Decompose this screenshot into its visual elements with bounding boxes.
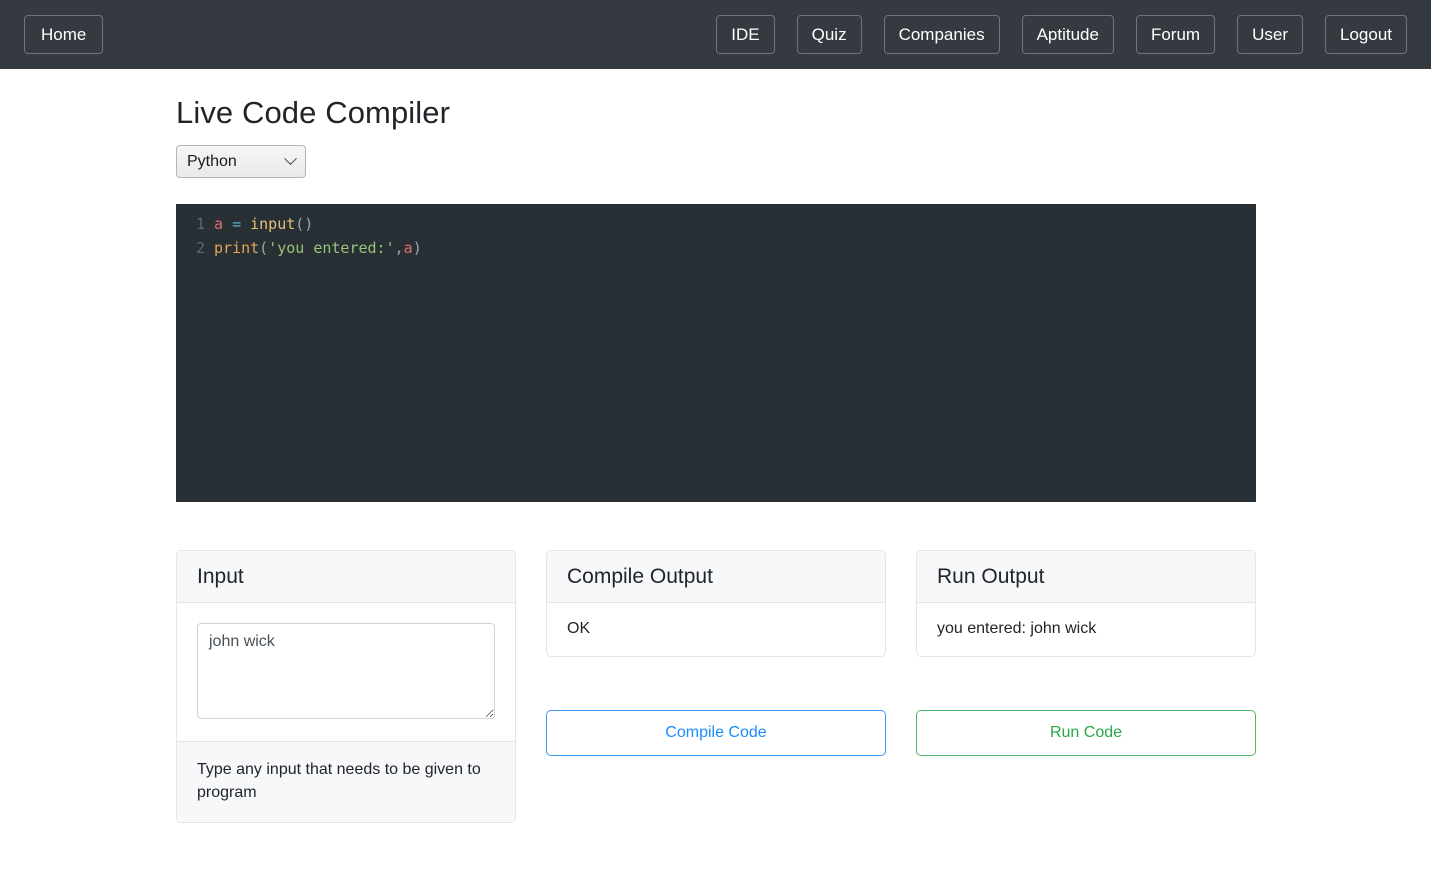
code-token-string: 'you entered:'	[268, 239, 395, 257]
input-column: Input Type any input that needs to be gi…	[176, 550, 516, 823]
nav-button-quiz[interactable]: Quiz	[796, 15, 862, 54]
code-token-paren-close: )	[412, 239, 422, 257]
code-line-2: 2 print ( 'you entered:' , a )	[176, 236, 1256, 260]
input-card-body	[177, 603, 515, 741]
compile-output-text: OK	[567, 620, 591, 637]
code-token-function: input	[250, 215, 296, 233]
run-code-button[interactable]: Run Code	[916, 710, 1256, 756]
line-number: 1	[195, 215, 205, 233]
page-title: Live Code Compiler	[176, 95, 451, 130]
nav-button-companies[interactable]: Companies	[883, 15, 1000, 54]
code-line-1: 1 a = input ()	[176, 212, 1256, 236]
input-card: Input Type any input that needs to be gi…	[176, 550, 516, 823]
code-token-paren-open: (	[259, 239, 269, 257]
nav-button-home[interactable]: Home	[24, 15, 104, 54]
chevron-down-icon	[284, 152, 297, 166]
nav-button-aptitude[interactable]: Aptitude	[1021, 15, 1114, 54]
program-input-textarea[interactable]	[197, 623, 495, 719]
run-output-text: you entered: john wick	[937, 620, 1097, 637]
page-container: Live Code Compiler Python 1 a = input ()…	[0, 95, 1431, 823]
compile-output-card: Compile Output OK	[546, 550, 886, 657]
nav-button-ide[interactable]: IDE	[716, 15, 775, 54]
input-card-footer: Type any input that needs to be given to…	[177, 741, 515, 822]
line-number: 2	[195, 239, 205, 257]
nav-button-logout[interactable]: Logout	[1325, 15, 1407, 54]
language-select[interactable]: Python	[176, 145, 306, 178]
nav-button-forum[interactable]: Forum	[1135, 15, 1216, 54]
panels-row: Input Type any input that needs to be gi…	[176, 550, 1431, 823]
language-select-value: Python	[187, 152, 237, 170]
navbar-right-group: IDE Quiz Companies Aptitude Forum User L…	[716, 15, 1407, 54]
code-token-operator: =	[232, 215, 242, 233]
code-token-variable: a	[214, 215, 224, 233]
compile-code-button[interactable]: Compile Code	[546, 710, 886, 756]
compile-output-card-header: Compile Output	[547, 551, 885, 603]
run-output-card-header: Run Output	[917, 551, 1255, 603]
navbar-left-group: Home	[24, 15, 104, 54]
code-token-comma: ,	[394, 239, 404, 257]
main-navbar: Home IDE Quiz Companies Aptitude Forum U…	[0, 0, 1431, 69]
nav-button-user[interactable]: User	[1237, 15, 1303, 54]
input-card-header: Input	[177, 551, 515, 603]
code-token-function: print	[214, 239, 260, 257]
run-output-card: Run Output you entered: john wick	[916, 550, 1256, 657]
code-editor[interactable]: 1 a = input () 2 print ( 'you entered:' …	[176, 204, 1256, 502]
run-column: Run Output you entered: john wick Run Co…	[916, 550, 1256, 823]
compile-column: Compile Output OK Compile Code	[546, 550, 886, 823]
code-token-variable: a	[403, 239, 413, 257]
code-token-parens: ()	[295, 215, 314, 233]
